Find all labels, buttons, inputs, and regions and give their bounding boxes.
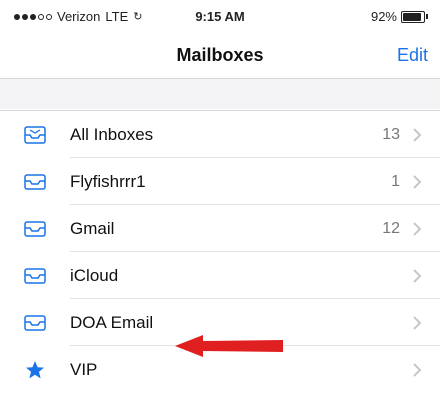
mailbox-label: DOA Email — [70, 312, 154, 332]
mailbox-row-flyfishrrr1[interactable]: Flyfishrrr1 1 — [0, 158, 440, 205]
star-icon — [24, 360, 46, 379]
chevron-right-icon — [413, 174, 422, 189]
battery-cap-icon — [426, 14, 428, 19]
mailbox-label: All Inboxes — [70, 124, 154, 144]
mailbox-tray-icon — [24, 267, 46, 285]
unread-count: 13 — [382, 125, 400, 143]
mailbox-label: Flyfishrrr1 — [70, 171, 146, 191]
unread-count: 12 — [382, 219, 400, 237]
chevron-right-icon — [413, 127, 422, 142]
navigation-bar: Mailboxes Edit — [0, 34, 440, 79]
mailbox-row-gmail[interactable]: Gmail 12 — [0, 205, 440, 252]
mailbox-label: iCloud — [70, 265, 119, 285]
chevron-right-icon — [413, 362, 422, 377]
mailbox-tray-icon — [24, 220, 46, 238]
status-right: 92% — [371, 9, 428, 24]
battery-percent: 92% — [370, 9, 397, 24]
chevron-right-icon — [413, 315, 422, 330]
mailbox-tray-icon — [24, 314, 46, 332]
mailbox-tray-icon — [24, 173, 46, 191]
unread-count: 1 — [391, 172, 400, 190]
edit-button[interactable]: Edit — [397, 45, 428, 66]
section-spacer — [0, 79, 440, 109]
status-bar: Verizon LTE ↻ 9:15 AM 92% — [0, 0, 440, 34]
chevron-right-icon — [413, 221, 422, 236]
chevron-right-icon — [413, 268, 422, 283]
inbox-tray-icon — [24, 125, 46, 144]
page-title: Mailboxes — [176, 45, 264, 65]
mailbox-label: VIP — [70, 359, 98, 379]
annotation-arrow-icon — [175, 335, 283, 357]
mailbox-row-icloud[interactable]: iCloud — [0, 252, 440, 299]
mailbox-row-all-inboxes[interactable]: All Inboxes 13 — [0, 111, 440, 158]
mailbox-label: Gmail — [70, 218, 115, 238]
battery-icon — [401, 10, 425, 23]
